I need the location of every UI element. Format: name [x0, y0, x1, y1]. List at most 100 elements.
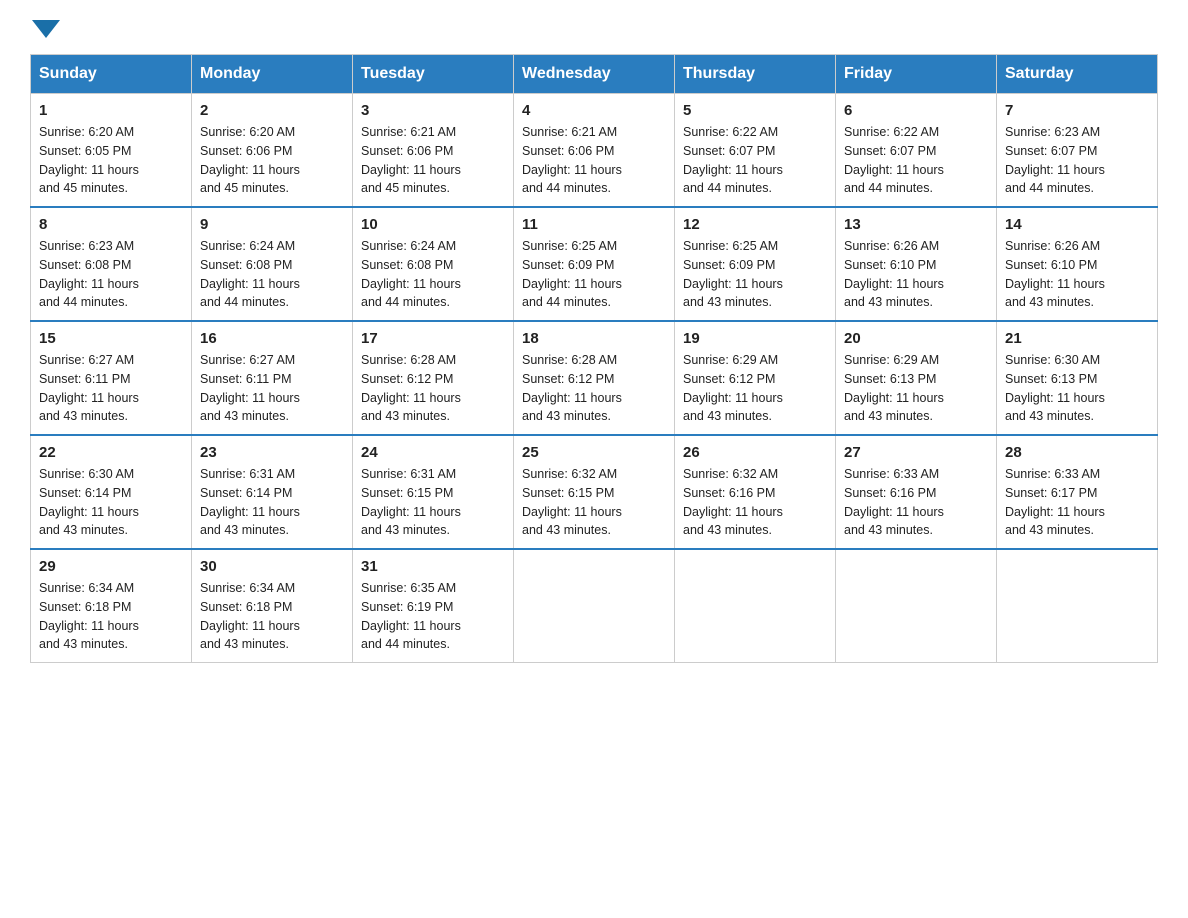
calendar-cell: 20 Sunrise: 6:29 AMSunset: 6:13 PMDayligh… [836, 321, 997, 435]
day-number: 2 [200, 102, 344, 119]
day-info: Sunrise: 6:31 AMSunset: 6:14 PMDaylight:… [200, 465, 344, 540]
day-info: Sunrise: 6:27 AMSunset: 6:11 PMDaylight:… [39, 351, 183, 426]
calendar-cell: 13 Sunrise: 6:26 AMSunset: 6:10 PMDayligh… [836, 207, 997, 321]
calendar-week-row: 8Sunrise: 6:23 AMSunset: 6:08 PMDaylight… [31, 207, 1158, 321]
calendar-cell: 16 Sunrise: 6:27 AMSunset: 6:11 PMDayligh… [192, 321, 353, 435]
day-info: Sunrise: 6:21 AMSunset: 6:06 PMDaylight:… [361, 123, 505, 198]
calendar-cell: 11Sunrise: 6:25 AMSunset: 6:09 PMDayligh… [514, 207, 675, 321]
calendar-cell [514, 549, 675, 663]
calendar-cell: 21 Sunrise: 6:30 AMSunset: 6:13 PMDayligh… [997, 321, 1158, 435]
day-number: 21 [1005, 330, 1149, 347]
day-info: Sunrise: 6:28 AMSunset: 6:12 PMDaylight:… [522, 351, 666, 426]
day-info: Sunrise: 6:32 AMSunset: 6:16 PMDaylight:… [683, 465, 827, 540]
calendar-cell: 24Sunrise: 6:31 AMSunset: 6:15 PMDayligh… [353, 435, 514, 549]
calendar-cell: 19 Sunrise: 6:29 AMSunset: 6:12 PMDayligh… [675, 321, 836, 435]
day-info: Sunrise: 6:31 AMSunset: 6:15 PMDaylight:… [361, 465, 505, 540]
logo-text [30, 20, 60, 34]
calendar-cell: 22 Sunrise: 6:30 AMSunset: 6:14 PMDayligh… [31, 435, 192, 549]
day-header-monday: Monday [192, 55, 353, 94]
day-info: Sunrise: 6:20 AMSunset: 6:06 PMDaylight:… [200, 123, 344, 198]
day-info: Sunrise: 6:34 AMSunset: 6:18 PMDaylight:… [200, 579, 344, 654]
calendar-header-row: SundayMondayTuesdayWednesdayThursdayFrid… [31, 55, 1158, 94]
calendar-cell: 28Sunrise: 6:33 AMSunset: 6:17 PMDayligh… [997, 435, 1158, 549]
calendar-cell: 30 Sunrise: 6:34 AMSunset: 6:18 PMDayligh… [192, 549, 353, 663]
calendar-cell: 12 Sunrise: 6:25 AMSunset: 6:09 PMDayligh… [675, 207, 836, 321]
day-number: 4 [522, 102, 666, 119]
calendar-cell: 1Sunrise: 6:20 AMSunset: 6:05 PMDaylight… [31, 94, 192, 208]
day-info: Sunrise: 6:32 AMSunset: 6:15 PMDaylight:… [522, 465, 666, 540]
day-header-tuesday: Tuesday [353, 55, 514, 94]
calendar-week-row: 1Sunrise: 6:20 AMSunset: 6:05 PMDaylight… [31, 94, 1158, 208]
calendar-cell: 18 Sunrise: 6:28 AMSunset: 6:12 PMDayligh… [514, 321, 675, 435]
day-header-wednesday: Wednesday [514, 55, 675, 94]
calendar-cell: 4 Sunrise: 6:21 AMSunset: 6:06 PMDaylight… [514, 94, 675, 208]
day-number: 10 [361, 216, 505, 233]
calendar-cell [675, 549, 836, 663]
logo [30, 20, 60, 34]
calendar-cell: 6 Sunrise: 6:22 AMSunset: 6:07 PMDaylight… [836, 94, 997, 208]
calendar-cell: 2 Sunrise: 6:20 AMSunset: 6:06 PMDaylight… [192, 94, 353, 208]
page-header [30, 20, 1158, 34]
day-info: Sunrise: 6:27 AMSunset: 6:11 PMDaylight:… [200, 351, 344, 426]
day-header-sunday: Sunday [31, 55, 192, 94]
day-number: 20 [844, 330, 988, 347]
day-info: Sunrise: 6:21 AMSunset: 6:06 PMDaylight:… [522, 123, 666, 198]
day-number: 14 [1005, 216, 1149, 233]
day-number: 13 [844, 216, 988, 233]
day-number: 7 [1005, 102, 1149, 119]
calendar-cell: 3 Sunrise: 6:21 AMSunset: 6:06 PMDaylight… [353, 94, 514, 208]
day-info: Sunrise: 6:33 AMSunset: 6:16 PMDaylight:… [844, 465, 988, 540]
calendar-cell: 31Sunrise: 6:35 AMSunset: 6:19 PMDayligh… [353, 549, 514, 663]
day-info: Sunrise: 6:26 AMSunset: 6:10 PMDaylight:… [1005, 237, 1149, 312]
day-info: Sunrise: 6:24 AMSunset: 6:08 PMDaylight:… [200, 237, 344, 312]
calendar-cell: 14 Sunrise: 6:26 AMSunset: 6:10 PMDayligh… [997, 207, 1158, 321]
day-number: 8 [39, 216, 183, 233]
day-info: Sunrise: 6:25 AMSunset: 6:09 PMDaylight:… [683, 237, 827, 312]
calendar-cell: 7Sunrise: 6:23 AMSunset: 6:07 PMDaylight… [997, 94, 1158, 208]
calendar-week-row: 15 Sunrise: 6:27 AMSunset: 6:11 PMDayligh… [31, 321, 1158, 435]
day-info: Sunrise: 6:29 AMSunset: 6:12 PMDaylight:… [683, 351, 827, 426]
day-header-thursday: Thursday [675, 55, 836, 94]
day-number: 29 [39, 558, 183, 575]
day-number: 30 [200, 558, 344, 575]
calendar-cell: 9 Sunrise: 6:24 AMSunset: 6:08 PMDaylight… [192, 207, 353, 321]
calendar-cell: 8Sunrise: 6:23 AMSunset: 6:08 PMDaylight… [31, 207, 192, 321]
calendar-cell: 25 Sunrise: 6:32 AMSunset: 6:15 PMDayligh… [514, 435, 675, 549]
day-number: 25 [522, 444, 666, 461]
day-number: 26 [683, 444, 827, 461]
day-info: Sunrise: 6:22 AMSunset: 6:07 PMDaylight:… [683, 123, 827, 198]
day-number: 22 [39, 444, 183, 461]
day-info: Sunrise: 6:22 AMSunset: 6:07 PMDaylight:… [844, 123, 988, 198]
logo-triangle-icon [32, 20, 60, 38]
calendar-week-row: 29 Sunrise: 6:34 AMSunset: 6:18 PMDayligh… [31, 549, 1158, 663]
day-info: Sunrise: 6:20 AMSunset: 6:05 PMDaylight:… [39, 123, 183, 198]
day-number: 17 [361, 330, 505, 347]
day-number: 16 [200, 330, 344, 347]
day-info: Sunrise: 6:34 AMSunset: 6:18 PMDaylight:… [39, 579, 183, 654]
day-info: Sunrise: 6:29 AMSunset: 6:13 PMDaylight:… [844, 351, 988, 426]
day-number: 19 [683, 330, 827, 347]
calendar-cell: 17 Sunrise: 6:28 AMSunset: 6:12 PMDayligh… [353, 321, 514, 435]
day-info: Sunrise: 6:30 AMSunset: 6:13 PMDaylight:… [1005, 351, 1149, 426]
day-number: 15 [39, 330, 183, 347]
day-info: Sunrise: 6:24 AMSunset: 6:08 PMDaylight:… [361, 237, 505, 312]
day-number: 6 [844, 102, 988, 119]
calendar-cell: 26 Sunrise: 6:32 AMSunset: 6:16 PMDayligh… [675, 435, 836, 549]
day-number: 18 [522, 330, 666, 347]
calendar-cell: 5Sunrise: 6:22 AMSunset: 6:07 PMDaylight… [675, 94, 836, 208]
day-number: 12 [683, 216, 827, 233]
calendar-cell [997, 549, 1158, 663]
calendar-cell: 10 Sunrise: 6:24 AMSunset: 6:08 PMDayligh… [353, 207, 514, 321]
calendar-cell: 27Sunrise: 6:33 AMSunset: 6:16 PMDayligh… [836, 435, 997, 549]
calendar-cell: 23 Sunrise: 6:31 AMSunset: 6:14 PMDayligh… [192, 435, 353, 549]
day-header-friday: Friday [836, 55, 997, 94]
day-info: Sunrise: 6:26 AMSunset: 6:10 PMDaylight:… [844, 237, 988, 312]
day-number: 31 [361, 558, 505, 575]
day-info: Sunrise: 6:30 AMSunset: 6:14 PMDaylight:… [39, 465, 183, 540]
day-number: 9 [200, 216, 344, 233]
day-number: 3 [361, 102, 505, 119]
day-number: 11 [522, 216, 666, 233]
day-number: 23 [200, 444, 344, 461]
day-header-saturday: Saturday [997, 55, 1158, 94]
day-info: Sunrise: 6:28 AMSunset: 6:12 PMDaylight:… [361, 351, 505, 426]
